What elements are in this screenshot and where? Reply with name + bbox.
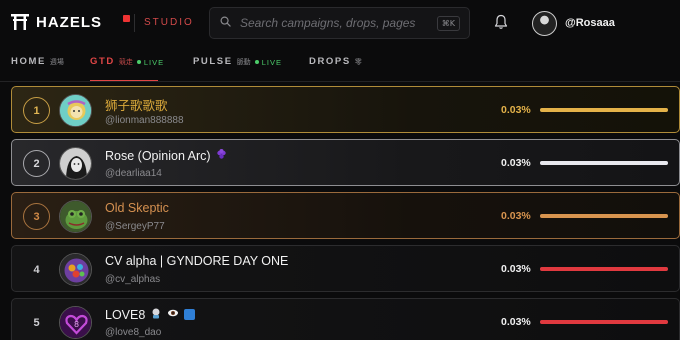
rank-badge: 2 (23, 150, 50, 177)
blue-square-emoji-icon (184, 309, 196, 320)
user-handle: @dearliaa14 (105, 168, 162, 179)
progress-bar (540, 320, 668, 324)
astronaut-emoji-icon (150, 307, 162, 322)
avatar[interactable] (59, 147, 92, 180)
avatar[interactable] (59, 200, 92, 233)
rank-badge: 3 (23, 203, 50, 230)
progress-bar (540, 214, 668, 218)
nav-tabs: HOME 週場 GTD 競走 LIVE PULSE 脈動 LIVE DROPS … (0, 56, 680, 76)
user-handle: @cv_alphas (105, 274, 161, 285)
header-divider (134, 14, 135, 32)
percent-value: 0.03% (501, 316, 531, 328)
progress-bar (540, 161, 668, 165)
bell-icon[interactable] (494, 14, 508, 35)
tab-label: PULSE (193, 56, 233, 67)
grape-emoji-icon (216, 148, 227, 163)
search-box[interactable]: ⌘K (209, 7, 470, 39)
tab-sublabel: 零 (354, 59, 362, 66)
live-indicator: LIVE (254, 57, 282, 67)
user-name: CV alpha | GYNDORE DAY ONE (105, 254, 288, 268)
tab-pulse[interactable]: PULSE 脈動 LIVE (193, 56, 282, 67)
brand-name: HAZELS (36, 13, 102, 31)
live-label: LIVE (143, 57, 165, 67)
percent-value: 0.03% (501, 210, 531, 222)
user-name-text: Rose (Opinion Arc) (105, 148, 211, 163)
tab-sublabel: 脈動 (236, 59, 251, 66)
user-handle: @lionman888888 (105, 115, 184, 126)
tab-drops[interactable]: DROPS 零 (309, 56, 362, 67)
user-name: Rose (Opinion Arc) (105, 148, 227, 163)
rank-badge: 5 (33, 316, 40, 329)
top-bar: HAZELS STUDIO ⌘K @Rosaaa (0, 0, 680, 46)
user-name-text: 狮子歌歌歌 (105, 99, 168, 113)
tabs-divider (0, 81, 680, 82)
tab-sublabel: 週場 (49, 59, 64, 66)
leaderboard-row[interactable]: 4 CV alpha | GYNDORE DAY ONE @cv_alphas … (11, 245, 680, 292)
progress-fill (540, 320, 668, 324)
live-dot-icon (136, 60, 141, 64)
tab-label: GTD (90, 56, 115, 67)
search-icon (220, 14, 231, 32)
live-label: LIVE (261, 57, 282, 67)
avatar[interactable] (532, 11, 557, 36)
tab-sublabel: 競走 (118, 59, 133, 66)
rank-badge: 1 (23, 97, 50, 124)
eye-emoji-icon (167, 307, 179, 322)
progress-fill (540, 108, 668, 112)
brand-badge-icon (123, 15, 130, 22)
progress-fill (540, 161, 668, 165)
live-indicator: LIVE (136, 57, 165, 67)
brand[interactable]: HAZELS (10, 12, 130, 32)
percent-value: 0.03% (501, 104, 531, 116)
avatar[interactable]: 8 (59, 306, 92, 339)
user-name-text: CV alpha | GYNDORE DAY ONE (105, 254, 289, 268)
progress-bar (540, 108, 668, 112)
percent-value: 0.03% (501, 157, 531, 169)
tab-gtd[interactable]: GTD 競走 LIVE (90, 56, 164, 67)
hazels-logo-icon (10, 12, 30, 32)
user-name-text: LOVE8 (105, 307, 146, 322)
live-dot-icon (254, 60, 259, 64)
user-name-text: Old Skeptic (105, 201, 169, 215)
avatar[interactable] (59, 94, 92, 127)
user-name: 狮子歌歌歌 (105, 95, 168, 114)
search-input[interactable] (240, 16, 430, 30)
user-name: Old Skeptic (105, 201, 169, 215)
progress-bar (540, 267, 668, 271)
tab-home[interactable]: HOME 週場 (11, 56, 64, 67)
progress-fill (540, 267, 668, 271)
leaderboard-row[interactable]: 3 Old Skeptic @SergeyP77 0.03% (11, 192, 680, 239)
leaderboard-row[interactable]: 5 8 LOVE8 @love8_dao 0.03% (11, 298, 680, 340)
username[interactable]: @Rosaaa (565, 17, 615, 29)
progress-fill (540, 214, 668, 218)
section-label[interactable]: STUDIO (144, 17, 194, 28)
percent-value: 0.03% (501, 263, 531, 275)
leaderboard-row[interactable]: 1 狮子歌歌歌 @lionman888888 0.03% (11, 86, 680, 133)
user-handle: @love8_dao (105, 327, 162, 338)
user-handle: @SergeyP77 (105, 221, 165, 232)
tab-label: DROPS (309, 56, 351, 67)
user-name: LOVE8 (105, 307, 196, 322)
svg-text:8: 8 (74, 320, 79, 329)
shortcut-hint: ⌘K (436, 16, 460, 31)
tab-label: HOME (11, 56, 46, 67)
leaderboard-row[interactable]: 2 Rose (Opinion Arc) @dearliaa14 0.03% (11, 139, 680, 186)
avatar[interactable] (59, 253, 92, 286)
rank-badge: 4 (33, 263, 40, 276)
